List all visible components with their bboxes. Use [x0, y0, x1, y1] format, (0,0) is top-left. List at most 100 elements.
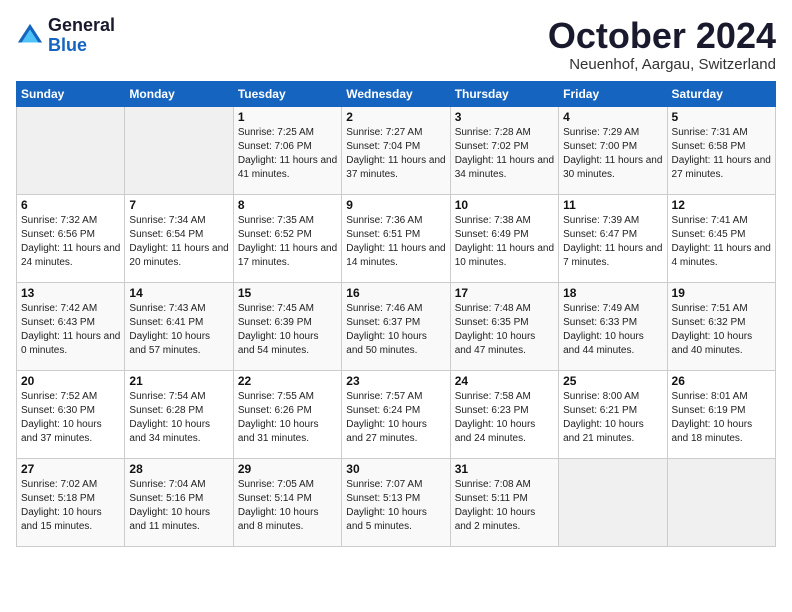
day-number: 11 — [563, 198, 662, 212]
calendar-cell: 7 Sunrise: 7:34 AMSunset: 6:54 PMDaylight… — [125, 194, 233, 282]
day-number: 2 — [346, 110, 445, 124]
day-number: 1 — [238, 110, 337, 124]
day-header-saturday: Saturday — [667, 81, 775, 106]
day-info: Sunrise: 7:08 AMSunset: 5:11 PMDaylight:… — [455, 478, 554, 534]
day-info: Sunrise: 7:05 AMSunset: 5:14 PMDaylight:… — [238, 478, 337, 534]
day-info: Sunrise: 7:43 AMSunset: 6:41 PMDaylight:… — [129, 302, 228, 358]
calendar-cell: 20 Sunrise: 7:52 AMSunset: 6:30 PMDayligh… — [17, 370, 125, 458]
calendar-week-row: 1 Sunrise: 7:25 AMSunset: 7:06 PMDaylight… — [17, 106, 776, 194]
day-number: 12 — [672, 198, 771, 212]
title-block: October 2024 Neuenhof, Aargau, Switzerla… — [548, 16, 776, 73]
day-number: 18 — [563, 286, 662, 300]
day-info: Sunrise: 8:00 AMSunset: 6:21 PMDaylight:… — [563, 390, 662, 446]
day-number: 7 — [129, 198, 228, 212]
calendar-cell: 19 Sunrise: 7:51 AMSunset: 6:32 PMDayligh… — [667, 282, 775, 370]
day-info: Sunrise: 7:41 AMSunset: 6:45 PMDaylight:… — [672, 214, 771, 270]
day-info: Sunrise: 7:52 AMSunset: 6:30 PMDaylight:… — [21, 390, 120, 446]
month-title: October 2024 — [548, 16, 776, 56]
day-number: 23 — [346, 374, 445, 388]
calendar-week-row: 13 Sunrise: 7:42 AMSunset: 6:43 PMDayligh… — [17, 282, 776, 370]
calendar-cell: 5 Sunrise: 7:31 AMSunset: 6:58 PMDaylight… — [667, 106, 775, 194]
day-info: Sunrise: 7:45 AMSunset: 6:39 PMDaylight:… — [238, 302, 337, 358]
day-info: Sunrise: 7:27 AMSunset: 7:04 PMDaylight:… — [346, 126, 445, 182]
day-info: Sunrise: 7:42 AMSunset: 6:43 PMDaylight:… — [21, 302, 120, 358]
day-number: 5 — [672, 110, 771, 124]
day-info: Sunrise: 7:49 AMSunset: 6:33 PMDaylight:… — [563, 302, 662, 358]
calendar-cell: 22 Sunrise: 7:55 AMSunset: 6:26 PMDayligh… — [233, 370, 341, 458]
day-number: 17 — [455, 286, 554, 300]
day-number: 31 — [455, 462, 554, 476]
day-number: 16 — [346, 286, 445, 300]
day-info: Sunrise: 7:07 AMSunset: 5:13 PMDaylight:… — [346, 478, 445, 534]
day-info: Sunrise: 7:39 AMSunset: 6:47 PMDaylight:… — [563, 214, 662, 270]
day-number: 3 — [455, 110, 554, 124]
day-number: 28 — [129, 462, 228, 476]
calendar-cell: 25 Sunrise: 8:00 AMSunset: 6:21 PMDayligh… — [559, 370, 667, 458]
calendar-cell: 16 Sunrise: 7:46 AMSunset: 6:37 PMDayligh… — [342, 282, 450, 370]
day-number: 22 — [238, 374, 337, 388]
day-number: 29 — [238, 462, 337, 476]
day-info: Sunrise: 7:28 AMSunset: 7:02 PMDaylight:… — [455, 126, 554, 182]
day-info: Sunrise: 7:46 AMSunset: 6:37 PMDaylight:… — [346, 302, 445, 358]
day-number: 25 — [563, 374, 662, 388]
calendar-cell: 29 Sunrise: 7:05 AMSunset: 5:14 PMDayligh… — [233, 458, 341, 546]
day-info: Sunrise: 7:34 AMSunset: 6:54 PMDaylight:… — [129, 214, 228, 270]
day-info: Sunrise: 7:51 AMSunset: 6:32 PMDaylight:… — [672, 302, 771, 358]
calendar-cell: 13 Sunrise: 7:42 AMSunset: 6:43 PMDayligh… — [17, 282, 125, 370]
calendar-cell: 24Sunrise: 7:58 AMSunset: 6:23 PMDayligh… — [450, 370, 558, 458]
location: Neuenhof, Aargau, Switzerland — [548, 56, 776, 73]
calendar-cell: 28 Sunrise: 7:04 AMSunset: 5:16 PMDayligh… — [125, 458, 233, 546]
calendar-cell: 8Sunrise: 7:35 AMSunset: 6:52 PMDaylight… — [233, 194, 341, 282]
calendar-cell: 3 Sunrise: 7:28 AMSunset: 7:02 PMDaylight… — [450, 106, 558, 194]
day-number: 15 — [238, 286, 337, 300]
page-header: General Blue October 2024 Neuenhof, Aarg… — [16, 16, 776, 73]
day-number: 4 — [563, 110, 662, 124]
day-number: 9 — [346, 198, 445, 212]
calendar-cell: 2 Sunrise: 7:27 AMSunset: 7:04 PMDaylight… — [342, 106, 450, 194]
day-header-sunday: Sunday — [17, 81, 125, 106]
day-info: Sunrise: 7:04 AMSunset: 5:16 PMDaylight:… — [129, 478, 228, 534]
calendar-cell: 31 Sunrise: 7:08 AMSunset: 5:11 PMDayligh… — [450, 458, 558, 546]
calendar-cell: 6 Sunrise: 7:32 AMSunset: 6:56 PMDaylight… — [17, 194, 125, 282]
day-header-monday: Monday — [125, 81, 233, 106]
day-info: Sunrise: 7:02 AMSunset: 5:18 PMDaylight:… — [21, 478, 120, 534]
day-number: 27 — [21, 462, 120, 476]
day-header-thursday: Thursday — [450, 81, 558, 106]
calendar-cell — [559, 458, 667, 546]
calendar-cell: 27 Sunrise: 7:02 AMSunset: 5:18 PMDayligh… — [17, 458, 125, 546]
day-info: Sunrise: 7:55 AMSunset: 6:26 PMDaylight:… — [238, 390, 337, 446]
day-info: Sunrise: 7:36 AMSunset: 6:51 PMDaylight:… — [346, 214, 445, 270]
calendar-cell: 1 Sunrise: 7:25 AMSunset: 7:06 PMDaylight… — [233, 106, 341, 194]
calendar-cell: 30 Sunrise: 7:07 AMSunset: 5:13 PMDayligh… — [342, 458, 450, 546]
day-header-tuesday: Tuesday — [233, 81, 341, 106]
day-number: 13 — [21, 286, 120, 300]
day-number: 30 — [346, 462, 445, 476]
day-info: Sunrise: 7:25 AMSunset: 7:06 PMDaylight:… — [238, 126, 337, 182]
day-header-wednesday: Wednesday — [342, 81, 450, 106]
day-info: Sunrise: 7:35 AMSunset: 6:52 PMDaylight:… — [238, 214, 337, 270]
day-number: 26 — [672, 374, 771, 388]
calendar-header-row: SundayMondayTuesdayWednesdayThursdayFrid… — [17, 81, 776, 106]
day-info: Sunrise: 7:32 AMSunset: 6:56 PMDaylight:… — [21, 214, 120, 270]
day-number: 6 — [21, 198, 120, 212]
day-info: Sunrise: 7:57 AMSunset: 6:24 PMDaylight:… — [346, 390, 445, 446]
logo-text: General Blue — [48, 16, 115, 56]
calendar-cell: 21Sunrise: 7:54 AMSunset: 6:28 PMDayligh… — [125, 370, 233, 458]
calendar-cell: 10Sunrise: 7:38 AMSunset: 6:49 PMDayligh… — [450, 194, 558, 282]
calendar-cell: 26Sunrise: 8:01 AMSunset: 6:19 PMDayligh… — [667, 370, 775, 458]
day-number: 19 — [672, 286, 771, 300]
calendar-cell — [667, 458, 775, 546]
calendar-week-row: 6 Sunrise: 7:32 AMSunset: 6:56 PMDaylight… — [17, 194, 776, 282]
calendar-cell — [125, 106, 233, 194]
calendar-week-row: 20 Sunrise: 7:52 AMSunset: 6:30 PMDayligh… — [17, 370, 776, 458]
calendar-cell: 18 Sunrise: 7:49 AMSunset: 6:33 PMDayligh… — [559, 282, 667, 370]
logo-icon — [16, 22, 44, 50]
day-info: Sunrise: 7:31 AMSunset: 6:58 PMDaylight:… — [672, 126, 771, 182]
logo: General Blue — [16, 16, 115, 56]
calendar-week-row: 27 Sunrise: 7:02 AMSunset: 5:18 PMDayligh… — [17, 458, 776, 546]
day-header-friday: Friday — [559, 81, 667, 106]
day-number: 21 — [129, 374, 228, 388]
calendar-cell: 15 Sunrise: 7:45 AMSunset: 6:39 PMDayligh… — [233, 282, 341, 370]
day-number: 20 — [21, 374, 120, 388]
calendar-cell: 4Sunrise: 7:29 AMSunset: 7:00 PMDaylight… — [559, 106, 667, 194]
